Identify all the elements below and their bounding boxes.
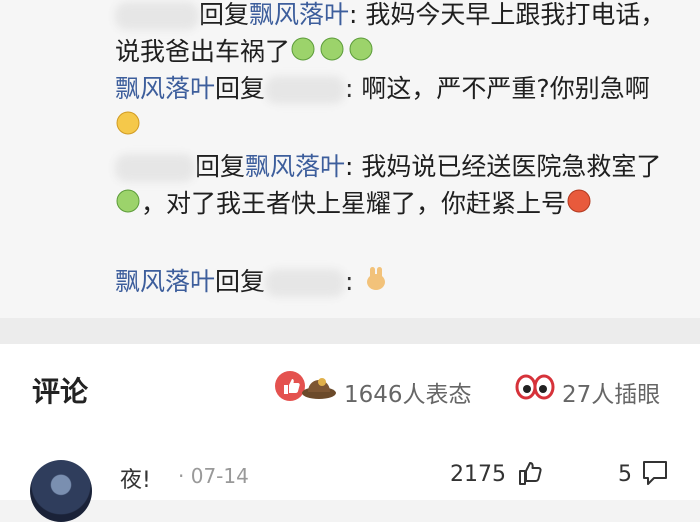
reply-recipient-link[interactable]: 飘风落叶: [249, 0, 349, 29]
blurred-username: [115, 2, 199, 30]
reply-sender-link[interactable]: 飘风落叶: [115, 267, 215, 296]
reply-text: 啊这，严不严重?你别急啊: [361, 74, 650, 103]
reactions-count[interactable]: 1646人表态: [344, 375, 472, 409]
sick-emoji-icon: [115, 187, 141, 224]
section-divider: [0, 318, 700, 344]
hat-reaction-icon[interactable]: [300, 368, 338, 406]
reply-verb: 回复: [215, 267, 266, 296]
peek-count[interactable]: 27人插眼: [562, 375, 660, 409]
blurred-username: [265, 76, 346, 104]
reply-text: ，对了我王者快上星耀了，你赶紧上号: [141, 189, 567, 218]
reply-verb: 回复: [215, 74, 266, 103]
angry-emoji-icon: [566, 187, 592, 224]
reply-recipient-link[interactable]: 飘风落叶: [245, 152, 345, 181]
blurred-username: [115, 154, 195, 182]
thumbs-up-icon[interactable]: [516, 458, 546, 492]
reply-item: 回复飘风落叶: 我妈说已经送医院急救室了 ，对了我王者快上星耀了，你赶紧上号: [115, 148, 675, 224]
comment-like-count: 2175: [450, 462, 506, 487]
reply-item: 飘风落叶回复:: [115, 263, 675, 303]
eyes-icon[interactable]: [515, 370, 555, 406]
comment-username[interactable]: 夜!: [120, 462, 151, 494]
reply-colon: :: [345, 74, 354, 103]
peace-hand-emoji-icon: [361, 263, 391, 303]
reply-sender-link[interactable]: 飘风落叶: [115, 74, 215, 103]
reply-thread: 回复飘风落叶: 我妈今天早上跟我打电话，说我爸出车祸了 飘风落叶回复: 啊这，严…: [0, 0, 700, 318]
blurred-username: [265, 269, 346, 297]
reply-verb: 回复: [199, 0, 250, 29]
comment-date: · 07-14: [178, 464, 249, 488]
reply-bubble-icon[interactable]: [640, 458, 670, 492]
reply-text: 我妈说已经送医院急救室了: [361, 152, 662, 181]
sick-emoji-icon: [290, 35, 374, 72]
avatar[interactable]: [30, 460, 92, 522]
reply-colon: :: [345, 267, 354, 296]
reply-item: 回复飘风落叶: 我妈今天早上跟我打电话，说我爸出车祸了: [115, 0, 675, 72]
reply-colon: :: [345, 152, 354, 181]
worried-emoji-icon: [115, 109, 141, 146]
reply-item: 飘风落叶回复: 啊这，严不严重?你别急啊: [115, 70, 675, 146]
comment-row: 夜! · 07-14 2175 5: [0, 434, 700, 522]
comment-reply-count: 5: [618, 462, 632, 487]
reply-colon: :: [349, 0, 358, 29]
comments-title: 评论: [32, 375, 89, 408]
comments-header-bar: 评论 1646人表态 27人插眼: [0, 344, 700, 434]
reply-verb: 回复: [195, 152, 246, 181]
